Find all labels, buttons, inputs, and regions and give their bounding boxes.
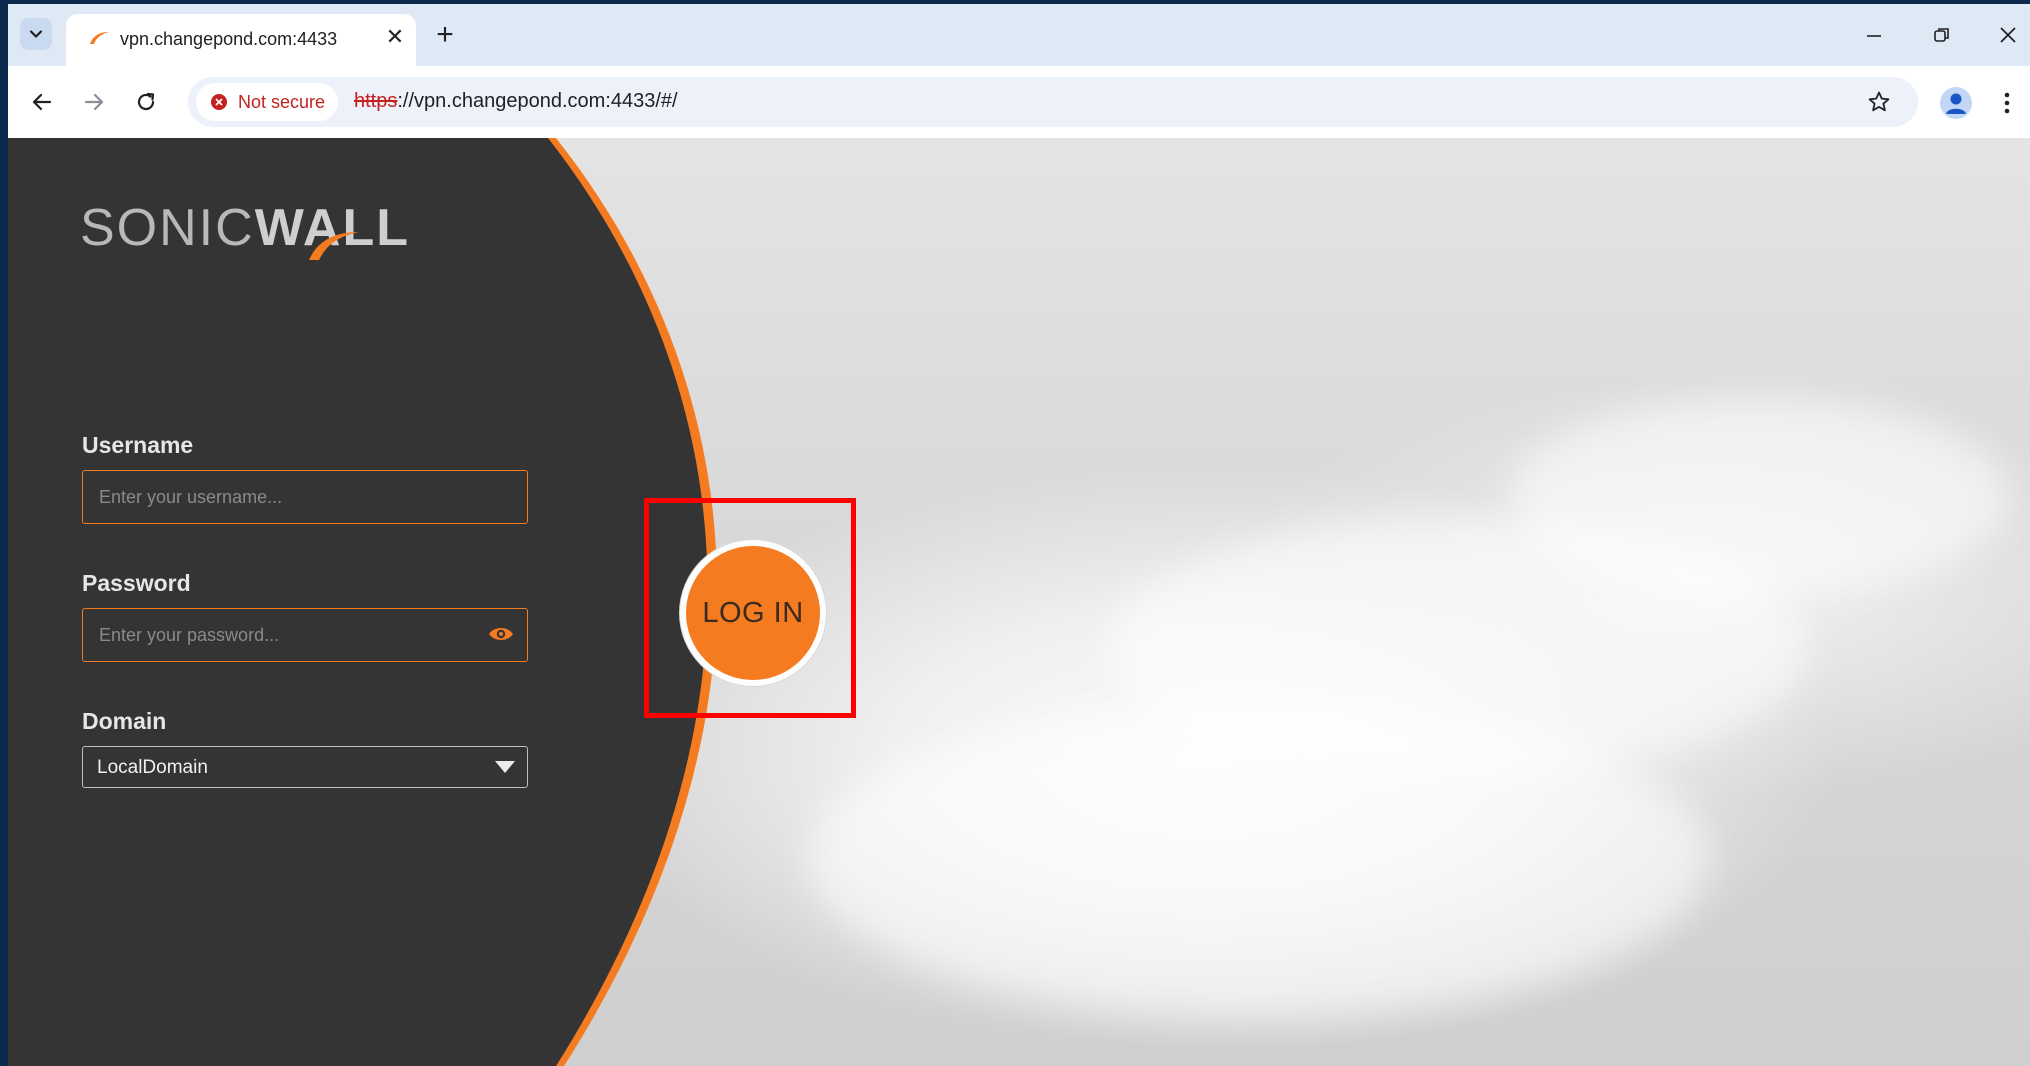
domain-label: Domain xyxy=(82,708,167,734)
domain-select[interactable]: LocalDomain xyxy=(82,746,528,788)
more-vertical-icon xyxy=(2004,92,2010,114)
user-icon xyxy=(1946,93,1966,114)
tab-title: vpn.changepond.com:4433 xyxy=(120,29,338,49)
address-bar[interactable]: Not secure https://vpn.changepond.com:44… xyxy=(188,77,1918,127)
minimize-icon xyxy=(1867,35,1881,37)
close-window-button[interactable] xyxy=(1988,16,2028,54)
url-text[interactable]: https://vpn.changepond.com:4433/#/ xyxy=(354,90,678,113)
close-icon xyxy=(2000,27,2016,43)
chevron-down-icon xyxy=(29,30,43,38)
highlight-box xyxy=(644,498,856,718)
site-info-chip[interactable]: Not secure xyxy=(196,83,338,121)
new-tab-button[interactable]: + xyxy=(428,18,462,52)
arrow-right-icon xyxy=(84,93,104,111)
close-tab-icon[interactable]: ✕ xyxy=(382,24,408,50)
reload-icon xyxy=(137,92,155,111)
browser-window: vpn.changepond.com:4433 ✕ + Not secure h… xyxy=(8,4,2030,1066)
browser-tab[interactable]: vpn.changepond.com:4433 ✕ xyxy=(66,14,416,66)
logo-text-sonic: SONIC xyxy=(80,199,255,257)
url-scheme: https xyxy=(354,90,398,112)
password-field[interactable] xyxy=(82,608,528,662)
cloud-decoration xyxy=(1508,398,2008,598)
logo-swoosh-icon xyxy=(309,232,359,260)
not-secure-label: Not secure xyxy=(238,91,326,112)
caret-down-icon xyxy=(495,761,515,773)
star-icon xyxy=(1868,91,1890,112)
tab-strip: vpn.changepond.com:4433 ✕ + xyxy=(8,4,2030,66)
minimize-button[interactable] xyxy=(1854,16,1894,54)
bookmark-button[interactable] xyxy=(1862,85,1896,119)
forward-button[interactable] xyxy=(74,82,114,122)
tab-search-button[interactable] xyxy=(20,18,52,50)
reload-button[interactable] xyxy=(126,82,166,122)
arrow-left-icon xyxy=(32,93,52,111)
error-icon xyxy=(211,94,227,110)
browser-menu-button[interactable] xyxy=(1992,86,2022,120)
domain-select-value: LocalDomain xyxy=(97,757,208,778)
cloud-decoration xyxy=(808,698,1708,1018)
sonicwall-login-page: SONICWALL Username Password Domain Local… xyxy=(8,138,2030,1066)
eye-icon[interactable] xyxy=(487,624,515,644)
sonicwall-logo: SONICWALL xyxy=(80,198,410,262)
sonicwall-swoosh-icon xyxy=(90,32,109,44)
password-input[interactable] xyxy=(97,609,481,661)
profile-avatar[interactable] xyxy=(1940,87,1972,119)
password-label: Password xyxy=(82,570,191,596)
url-rest: ://vpn.changepond.com:4433/#/ xyxy=(397,90,678,112)
browser-toolbar: Not secure https://vpn.changepond.com:44… xyxy=(8,66,2030,138)
restore-button[interactable] xyxy=(1922,16,1962,54)
username-input[interactable] xyxy=(97,471,481,523)
restore-icon xyxy=(1934,28,1949,42)
username-field[interactable] xyxy=(82,470,528,524)
username-label: Username xyxy=(82,432,194,458)
back-button[interactable] xyxy=(22,82,62,122)
